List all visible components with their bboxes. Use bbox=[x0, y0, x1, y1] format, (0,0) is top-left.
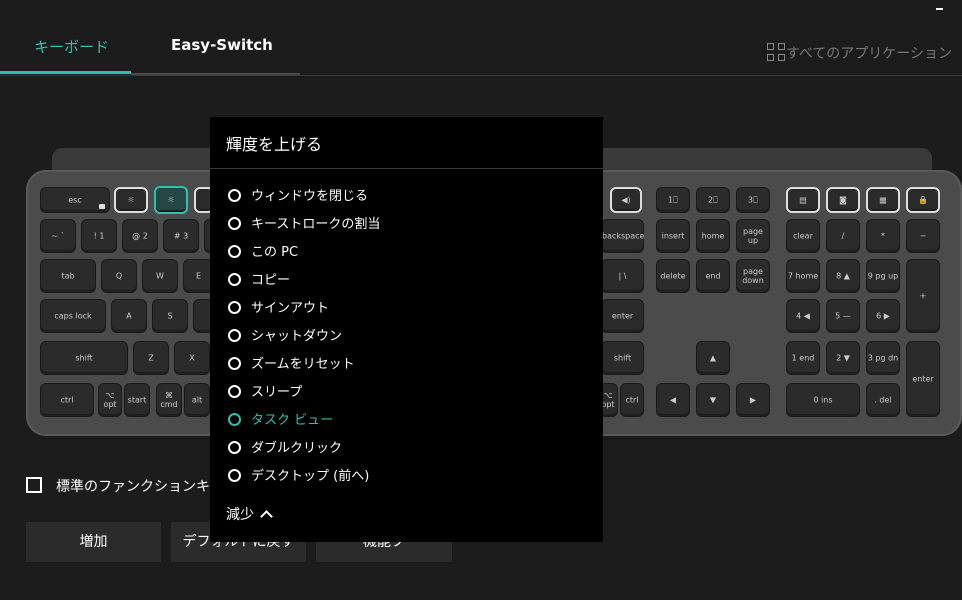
key-ctrl-left[interactable]: ctrl bbox=[40, 383, 94, 417]
key-context-menu[interactable]: ▦ bbox=[866, 187, 900, 213]
key-arrow-up[interactable]: ▲ bbox=[696, 341, 730, 375]
key-cmd-left[interactable]: ⌘ cmd bbox=[156, 383, 182, 417]
key-easy-switch-2[interactable]: 2⎕ bbox=[696, 187, 730, 213]
key-numpad-9[interactable]: 9 pg up bbox=[866, 259, 900, 293]
option-this-pc[interactable]: この PC bbox=[228, 241, 298, 260]
key-shift-right[interactable]: shift bbox=[601, 341, 644, 375]
grid-icon[interactable] bbox=[767, 43, 786, 62]
option-copy[interactable]: コピー bbox=[228, 269, 290, 288]
key-shift-left[interactable]: shift bbox=[40, 341, 128, 375]
key-arrow-down[interactable]: ▼ bbox=[696, 383, 730, 417]
option-sign-out[interactable]: サインアウト bbox=[228, 297, 329, 316]
key-lock[interactable]: 🔒 bbox=[906, 187, 940, 213]
radio-icon bbox=[228, 245, 241, 258]
key-numpad-minus[interactable]: − bbox=[906, 219, 940, 253]
key-numpad-7[interactable]: 7 home bbox=[786, 259, 820, 293]
key-arrow-left[interactable]: ◀ bbox=[656, 383, 690, 417]
show-less-toggle[interactable]: 減少 bbox=[226, 504, 273, 524]
option-reset-zoom[interactable]: ズームをリセット bbox=[228, 353, 355, 372]
key-end[interactable]: end bbox=[696, 259, 730, 293]
key-numpad-2[interactable]: 2 ▼ bbox=[826, 341, 860, 375]
key-z[interactable]: Z bbox=[133, 341, 169, 375]
key-numpad-4[interactable]: 4 ◀ bbox=[786, 299, 820, 333]
key-a[interactable]: A bbox=[111, 299, 147, 333]
key-arrow-right[interactable]: ▶ bbox=[736, 383, 770, 417]
action-dropdown: 輝度を上げる ウィンドウを閉じる キーストロークの割当 この PC コピー サイ… bbox=[210, 117, 603, 542]
key-delete[interactable]: delete bbox=[656, 259, 690, 293]
option-desktop-previous[interactable]: デスクトップ (前へ) bbox=[228, 465, 369, 484]
key-w[interactable]: W bbox=[142, 259, 178, 293]
key-start[interactable]: start bbox=[124, 383, 150, 417]
key-insert[interactable]: insert bbox=[656, 219, 690, 253]
key-brightness-up[interactable]: ☼ bbox=[154, 186, 188, 214]
key-numpad-plus[interactable]: + bbox=[906, 259, 940, 333]
key-screenshot[interactable]: ◙ bbox=[826, 187, 860, 213]
radio-icon bbox=[228, 301, 241, 314]
key-tab[interactable]: tab bbox=[40, 259, 96, 293]
dropdown-divider bbox=[210, 168, 603, 169]
key-numpad-8[interactable]: 8 ▲ bbox=[826, 259, 860, 293]
radio-icon bbox=[228, 441, 241, 454]
key-numpad-6[interactable]: 6 ▶ bbox=[866, 299, 900, 333]
key-volume[interactable]: ◀) bbox=[610, 187, 642, 213]
tab-easy-switch[interactable]: Easy-Switch bbox=[171, 36, 273, 54]
key-tilde[interactable]: ~ ` bbox=[40, 219, 76, 253]
radio-icon bbox=[228, 217, 241, 230]
option-close-window[interactable]: ウィンドウを閉じる bbox=[228, 185, 368, 204]
key-page-down[interactable]: page down bbox=[736, 259, 770, 293]
add-button[interactable]: 増加 bbox=[26, 522, 161, 562]
key-caps-lock[interactable]: caps lock bbox=[40, 299, 106, 333]
key-numpad-0[interactable]: 0 ins bbox=[786, 383, 860, 417]
radio-icon bbox=[228, 329, 241, 342]
key-numpad-1[interactable]: 1 end bbox=[786, 341, 820, 375]
option-keystroke-assign[interactable]: キーストロークの割当 bbox=[228, 213, 380, 232]
key-2[interactable]: @ 2 bbox=[122, 219, 158, 253]
key-page-up[interactable]: page up bbox=[736, 219, 770, 253]
option-shutdown[interactable]: シャットダウン bbox=[228, 325, 342, 344]
key-1[interactable]: ! 1 bbox=[81, 219, 117, 253]
key-easy-switch-1[interactable]: 1⎕ bbox=[656, 187, 690, 213]
radio-icon bbox=[228, 385, 241, 398]
option-double-click[interactable]: ダブルクリック bbox=[228, 437, 342, 456]
key-3[interactable]: # 3 bbox=[163, 219, 199, 253]
key-calculator[interactable]: ▤ bbox=[786, 187, 820, 213]
tab-divider bbox=[131, 73, 300, 75]
radio-icon bbox=[228, 469, 241, 482]
key-home[interactable]: home bbox=[696, 219, 730, 253]
key-enter[interactable]: enter bbox=[601, 299, 644, 333]
key-numpad-decimal[interactable]: . del bbox=[866, 383, 900, 417]
key-easy-switch-3[interactable]: 3⎕ bbox=[736, 187, 770, 213]
chevron-up-icon bbox=[260, 510, 273, 523]
radio-icon bbox=[228, 273, 241, 286]
key-backspace[interactable]: backspace bbox=[601, 219, 644, 253]
key-ctrl-right[interactable]: ctrl bbox=[620, 383, 644, 417]
key-numpad-enter[interactable]: enter bbox=[906, 341, 940, 417]
key-x[interactable]: X bbox=[174, 341, 210, 375]
tab-bar: キーボード Easy-Switch すべてのアプリケーション bbox=[0, 0, 962, 76]
key-numpad-5[interactable]: 5 — bbox=[826, 299, 860, 333]
key-opt-left[interactable]: ⌥ opt bbox=[98, 383, 122, 417]
key-q[interactable]: Q bbox=[101, 259, 137, 293]
radio-icon bbox=[228, 357, 241, 370]
key-numpad-multiply[interactable]: * bbox=[866, 219, 900, 253]
dropdown-title: 輝度を上げる bbox=[226, 135, 323, 154]
tab-keyboard[interactable]: キーボード bbox=[34, 36, 109, 57]
key-brightness-down[interactable]: ☼ bbox=[114, 187, 148, 213]
radio-icon bbox=[228, 189, 241, 202]
key-s[interactable]: S bbox=[152, 299, 188, 333]
option-sleep[interactable]: スリープ bbox=[228, 381, 302, 400]
option-task-view[interactable]: タスク ビュー bbox=[228, 409, 333, 428]
radio-selected-icon bbox=[228, 413, 241, 426]
all-applications-link[interactable]: すべてのアプリケーション bbox=[786, 43, 952, 63]
key-numpad-3[interactable]: 3 pg dn bbox=[866, 341, 900, 375]
key-alt[interactable]: alt bbox=[184, 383, 210, 417]
key-clear[interactable]: clear bbox=[786, 219, 820, 253]
standard-fn-keys-checkbox[interactable] bbox=[26, 477, 42, 493]
active-tab-indicator bbox=[0, 71, 131, 74]
key-backslash[interactable]: | \ bbox=[601, 259, 644, 293]
key-esc[interactable]: esc bbox=[40, 187, 110, 213]
key-numpad-divide[interactable]: / bbox=[826, 219, 860, 253]
